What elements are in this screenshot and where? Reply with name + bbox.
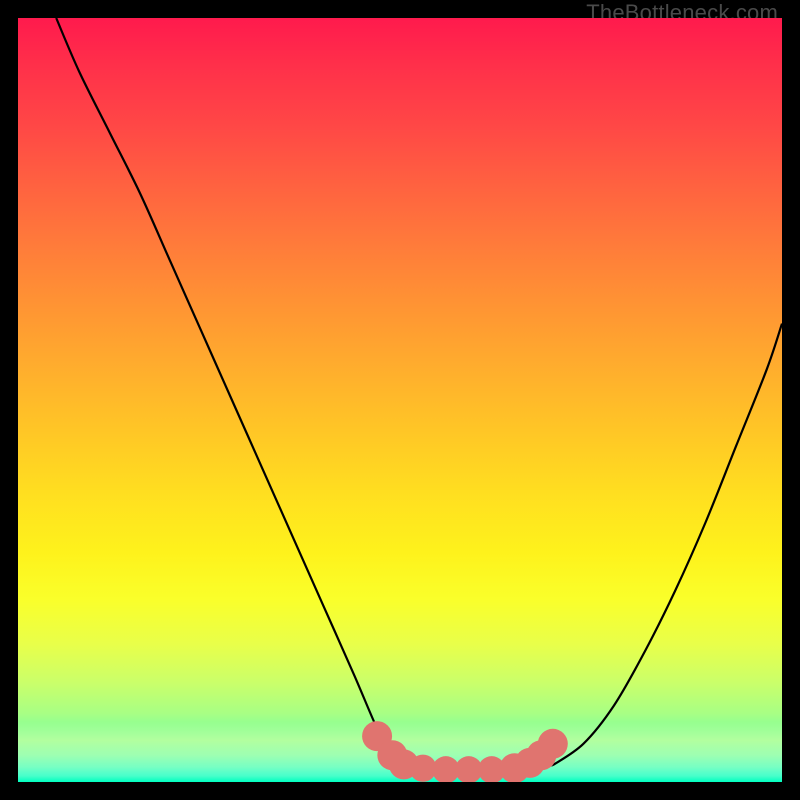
curve-layer: [18, 18, 782, 782]
chart-frame: TheBottleneck.com: [0, 0, 800, 800]
right-curve: [553, 324, 782, 766]
left-curve: [56, 18, 396, 767]
valley-marker-point: [538, 729, 568, 759]
plot-area: [18, 18, 782, 782]
valley-markers: [362, 721, 568, 782]
